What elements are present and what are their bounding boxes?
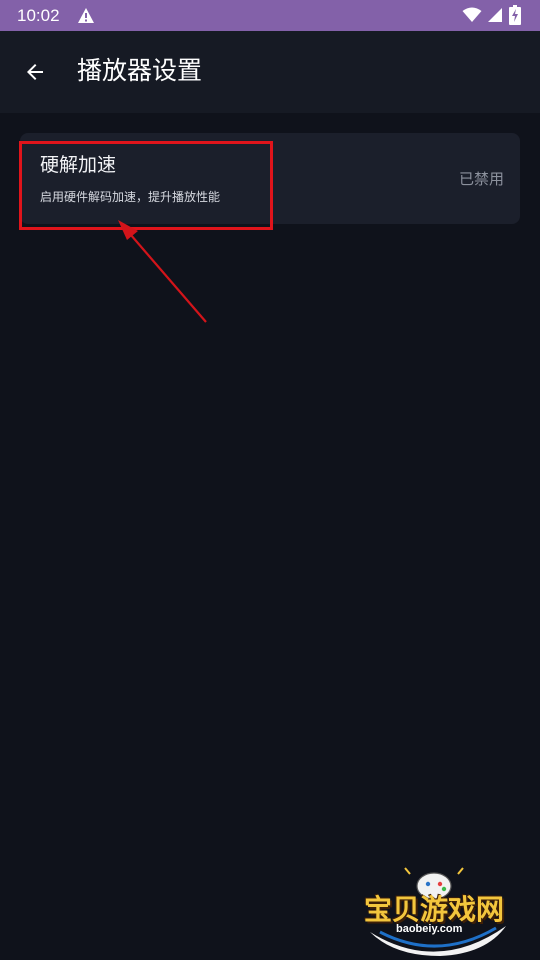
- arrow-left-icon: [27, 64, 43, 80]
- setting-status[interactable]: 已禁用: [459, 170, 504, 189]
- setting-description: 启用硬件解码加速，提升播放性能: [40, 190, 221, 204]
- watermark-url: baobeiy.com: [396, 923, 463, 935]
- warning-icon: [78, 8, 94, 23]
- setting-item-hardware-decoding[interactable]: 硬解加速 启用硬件解码加速，提升播放性能 已禁用: [20, 133, 520, 224]
- battery-charging-icon: [509, 5, 521, 25]
- watermark-logo: 宝贝游戏网 baobeiy.com: [358, 862, 518, 957]
- wifi-icon: [462, 7, 482, 22]
- status-time: 10:02: [17, 6, 60, 25]
- page-title: 播放器设置: [77, 56, 203, 85]
- watermark-text: 宝贝游戏网: [364, 893, 505, 926]
- signal-icon: [488, 8, 502, 22]
- status-bar: 10:02: [0, 0, 540, 31]
- app-bar: 播放器设置: [0, 31, 540, 113]
- annotation-arrow: [118, 220, 207, 323]
- back-button[interactable]: [14, 51, 56, 93]
- setting-title: 硬解加速: [40, 154, 117, 176]
